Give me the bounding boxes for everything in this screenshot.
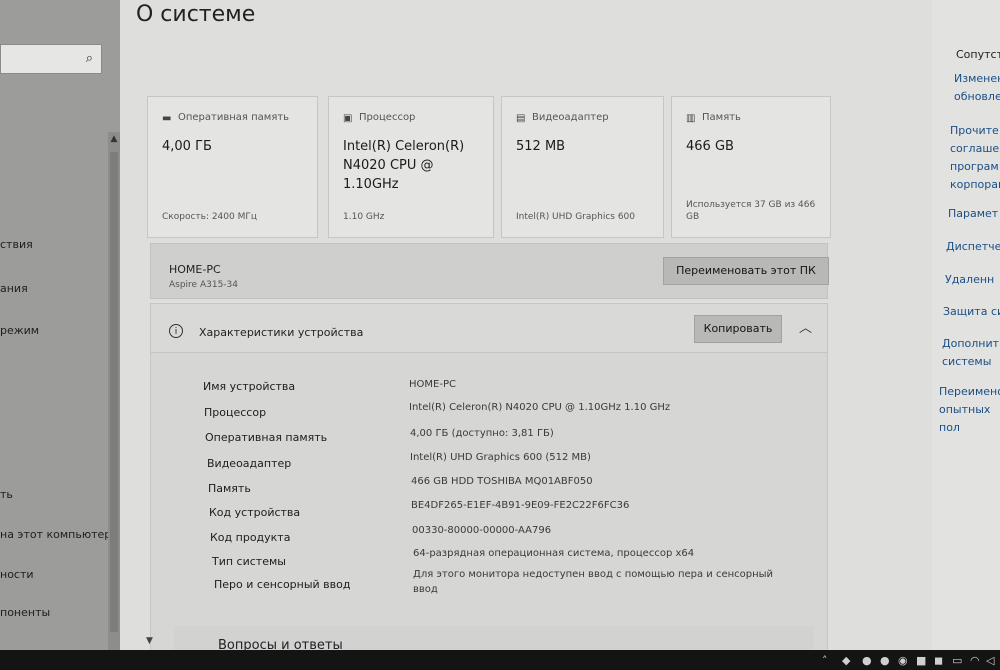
storage-icon: ▥ bbox=[686, 113, 696, 124]
card-memory: ▬ Оперативная память 4,00 ГБ Скорость: 2… bbox=[147, 96, 318, 238]
gpu-icon: ▤ bbox=[516, 113, 526, 124]
card-processor: ▣ Процессор Intel(R) Celeron(R) N4020 CP… bbox=[328, 96, 494, 238]
nav-item-5[interactable]: на этот компьютер bbox=[0, 528, 111, 541]
spec-value: HOME-PC bbox=[409, 379, 456, 390]
chevron-up-icon[interactable]: ︿ bbox=[799, 317, 812, 336]
spec-label: Процессор bbox=[204, 406, 267, 419]
nav-item-6[interactable]: ности bbox=[0, 568, 34, 581]
nav-item-4[interactable]: ть bbox=[0, 488, 13, 501]
card-value: 466 GB bbox=[686, 139, 734, 154]
pc-model: Aspire A315-34 bbox=[169, 280, 238, 290]
card-title: Память bbox=[702, 112, 741, 123]
spec-value: 00330-80000-00000-AA796 bbox=[412, 525, 552, 536]
chevron-down-icon[interactable]: ▼ bbox=[146, 636, 153, 646]
spec-label: Имя устройства bbox=[203, 380, 296, 393]
nav-scroll-thumb[interactable] bbox=[110, 152, 118, 632]
nav-item-1[interactable]: ствия bbox=[0, 238, 33, 251]
link-updates[interactable]: Изменен обновле bbox=[954, 70, 1000, 106]
spec-label: Память bbox=[208, 482, 251, 495]
spec-value: Intel(R) Celeron(R) N4020 CPU @ 1.10GHz … bbox=[409, 402, 671, 413]
search-input[interactable]: ⌕ bbox=[0, 44, 102, 74]
card-sub: 1.10 GHz bbox=[343, 212, 385, 222]
search-icon[interactable]: ⌕ bbox=[86, 51, 93, 66]
card-value: 4,00 ГБ bbox=[162, 139, 212, 154]
card-sub: Используется 37 GB из 466 GB bbox=[686, 200, 816, 222]
card-storage: ▥ Память 466 GB Используется 37 GB из 46… bbox=[671, 96, 831, 238]
related-heading: Сопутст bbox=[956, 48, 1000, 61]
info-icon: i bbox=[169, 324, 183, 338]
spec-value: 4,00 ГБ (доступно: 3,81 ГБ) bbox=[410, 428, 554, 439]
spec-label: Видеоадаптер bbox=[207, 457, 292, 470]
card-title: Процессор bbox=[359, 112, 416, 123]
nav-item-2[interactable]: ания bbox=[0, 282, 28, 295]
memory-icon: ▬ bbox=[162, 113, 172, 124]
link-advanced[interactable]: Дополнит системы bbox=[942, 335, 1000, 371]
chevron-up-icon[interactable]: ▲ bbox=[108, 134, 120, 148]
card-sub: Intel(R) UHD Graphics 600 bbox=[516, 212, 635, 222]
taskbar: ˄ ◆ ● ● ◉ ■ ◼ ▭ ◠ ◁ bbox=[0, 650, 1000, 670]
app-tray-icon[interactable]: ■ bbox=[916, 654, 926, 667]
related-settings: Сопутст Изменен обновле Прочите соглашен… bbox=[932, 0, 1000, 670]
volume-icon[interactable]: ◁ bbox=[986, 654, 994, 667]
rename-pc-button[interactable]: Переименовать этот ПК bbox=[663, 257, 829, 285]
nav-item-7[interactable]: поненты bbox=[0, 606, 50, 619]
card-gpu: ▤ Видеоадаптер 512 MB Intel(R) UHD Graph… bbox=[501, 96, 664, 238]
spec-label: Перо и сенсорный ввод bbox=[214, 578, 351, 591]
link-device-manager[interactable]: Диспетчер bbox=[946, 238, 1000, 256]
app-tray-icon[interactable]: ◼ bbox=[934, 654, 943, 667]
app-tray-icon[interactable]: ● bbox=[880, 654, 890, 667]
card-value: Intel(R) Celeron(R) N4020 CPU @ 1.10GHz bbox=[343, 139, 465, 192]
app-tray-icon[interactable]: ◆ bbox=[842, 654, 850, 667]
card-title: Оперативная память bbox=[178, 112, 290, 123]
battery-icon[interactable]: ▭ bbox=[952, 654, 962, 667]
chevron-up-icon[interactable]: ˄ bbox=[822, 654, 828, 667]
spec-value: 466 GB HDD TOSHIBA MQ01ABF050 bbox=[411, 476, 593, 487]
copy-button[interactable]: Копировать bbox=[694, 315, 782, 343]
wifi-icon[interactable]: ◠ bbox=[970, 654, 980, 667]
link-protection[interactable]: Защита си bbox=[943, 303, 1000, 321]
card-title: Видеоадаптер bbox=[532, 112, 609, 123]
nav-item-3[interactable]: режим bbox=[0, 324, 39, 337]
page-title: О системе bbox=[136, 2, 256, 27]
spec-label: Оперативная память bbox=[205, 431, 328, 444]
card-sub: Скорость: 2400 МГц bbox=[162, 212, 257, 222]
spec-label: Код устройства bbox=[209, 506, 301, 519]
app-tray-icon[interactable]: ● bbox=[862, 654, 872, 667]
pc-name: HOME-PC bbox=[169, 263, 221, 276]
spec-value: BE4DF265-E1EF-4B91-9E09-FE2C22F6FC36 bbox=[411, 500, 630, 511]
link-rename-beta[interactable]: Переименов опытных пол bbox=[939, 383, 1000, 437]
specs-title: Характеристики устройства bbox=[199, 326, 364, 339]
app-tray-icon[interactable]: ◉ bbox=[898, 654, 908, 667]
pc-name-bar: HOME-PC Aspire A315-34 Переименовать это… bbox=[150, 243, 829, 299]
link-license[interactable]: Прочите соглашен програм корпорац bbox=[950, 122, 1000, 194]
spec-label: Тип системы bbox=[212, 555, 286, 568]
processor-icon: ▣ bbox=[343, 113, 353, 124]
link-settings[interactable]: Парамет bbox=[948, 205, 998, 223]
spec-value: Для этого монитора недоступен ввод с пом… bbox=[413, 569, 774, 595]
link-remote[interactable]: Удаленн bbox=[945, 271, 994, 289]
spec-value: Intel(R) UHD Graphics 600 (512 MB) bbox=[410, 452, 591, 463]
specs-header[interactable]: i Характеристики устройства Копировать ︿ bbox=[151, 304, 827, 353]
card-value: 512 MB bbox=[516, 139, 566, 154]
device-specs-panel: i Характеристики устройства Копировать ︿… bbox=[150, 303, 828, 670]
left-nav: ⌕ ствия ания режим ть на этот компьютер … bbox=[0, 0, 120, 670]
spec-value: 64-разрядная операционная система, проце… bbox=[413, 548, 695, 559]
spec-label: Код продукта bbox=[210, 531, 291, 544]
